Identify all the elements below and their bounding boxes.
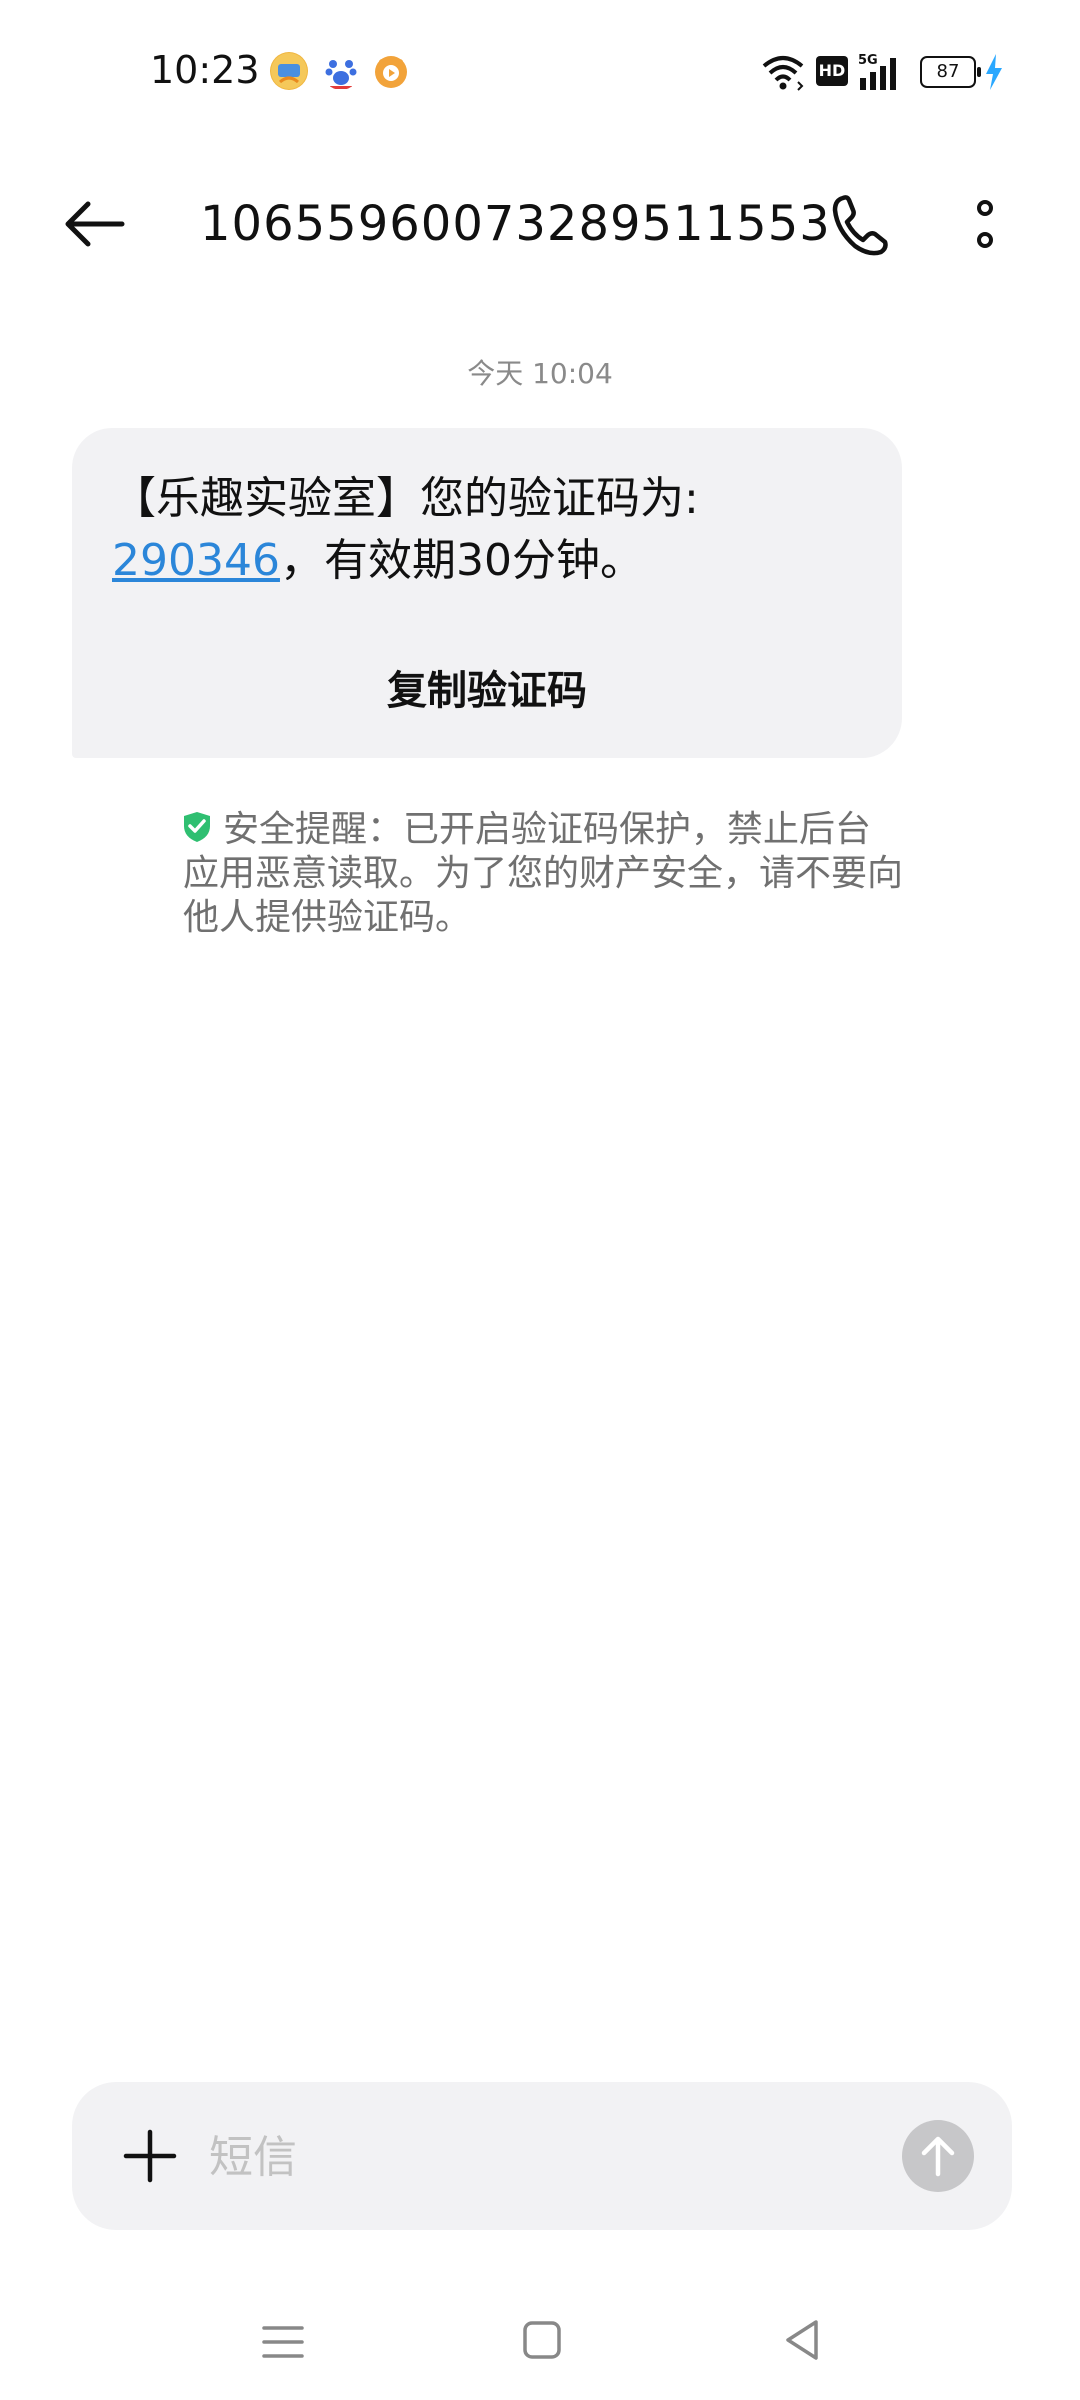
recent-apps-icon[interactable] <box>260 2320 306 2364</box>
status-right-icons: HD 5G 87 <box>760 52 1010 92</box>
home-icon[interactable] <box>522 2320 562 2360</box>
status-bar: 10:23 HD 5G 87 <box>0 0 1080 140</box>
signal-icon: 5G <box>858 53 896 90</box>
phone-icon[interactable] <box>825 190 895 260</box>
copy-code-button[interactable]: 复制验证码 <box>72 646 902 736</box>
charging-icon <box>986 54 1002 90</box>
wifi-icon <box>762 56 804 91</box>
status-time: 10:23 <box>150 48 260 92</box>
baidu-icon <box>322 52 360 90</box>
send-button[interactable] <box>902 2120 974 2192</box>
system-navigation-bar <box>0 2290 1080 2400</box>
message-prefix: 【乐趣实验室】您的验证码为: <box>112 473 699 524</box>
contact-number: 10655960073289511553 <box>200 196 831 252</box>
send-arrow-icon <box>921 2136 955 2177</box>
message-bubble[interactable]: 【乐趣实验室】您的验证码为: 290346，有效期30分钟。 复制验证码 <box>72 428 902 758</box>
security-reminder: 安全提醒：已开启验证码保护，禁止后台应用恶意读取。为了您的财产安全，请不要向他人… <box>183 808 903 940</box>
video-app-icon <box>372 52 410 90</box>
shield-check-icon <box>184 812 210 842</box>
nav-back-icon[interactable] <box>782 2318 822 2362</box>
security-reminder-text: 安全提醒：已开启验证码保护，禁止后台应用恶意读取。为了您的财产安全，请不要向他人… <box>183 809 904 938</box>
novel-reader-icon <box>270 52 308 90</box>
messaging-screen: 10:23 HD 5G 87 10655960073289511553 今天 1… <box>0 0 1080 2400</box>
message-date: 今天 10:04 <box>467 357 613 390</box>
battery-icon: 87 <box>920 56 981 88</box>
battery-level: 87 <box>936 61 960 82</box>
conversation-header: 10655960073289511553 <box>0 170 1080 280</box>
message-text: 【乐趣实验室】您的验证码为: 290346，有效期30分钟。 <box>112 468 872 592</box>
verification-code-link[interactable]: 290346 <box>112 535 280 586</box>
sms-input[interactable] <box>207 2112 861 2202</box>
back-arrow-icon[interactable] <box>60 192 130 256</box>
message-suffix: ，有效期30分钟。 <box>279 535 644 586</box>
more-options-icon[interactable] <box>960 190 1010 260</box>
hd-badge: HD <box>816 56 848 86</box>
message-composer <box>72 2082 1012 2230</box>
network-label: 5G <box>858 53 878 68</box>
add-attachment-icon[interactable] <box>120 2126 180 2186</box>
